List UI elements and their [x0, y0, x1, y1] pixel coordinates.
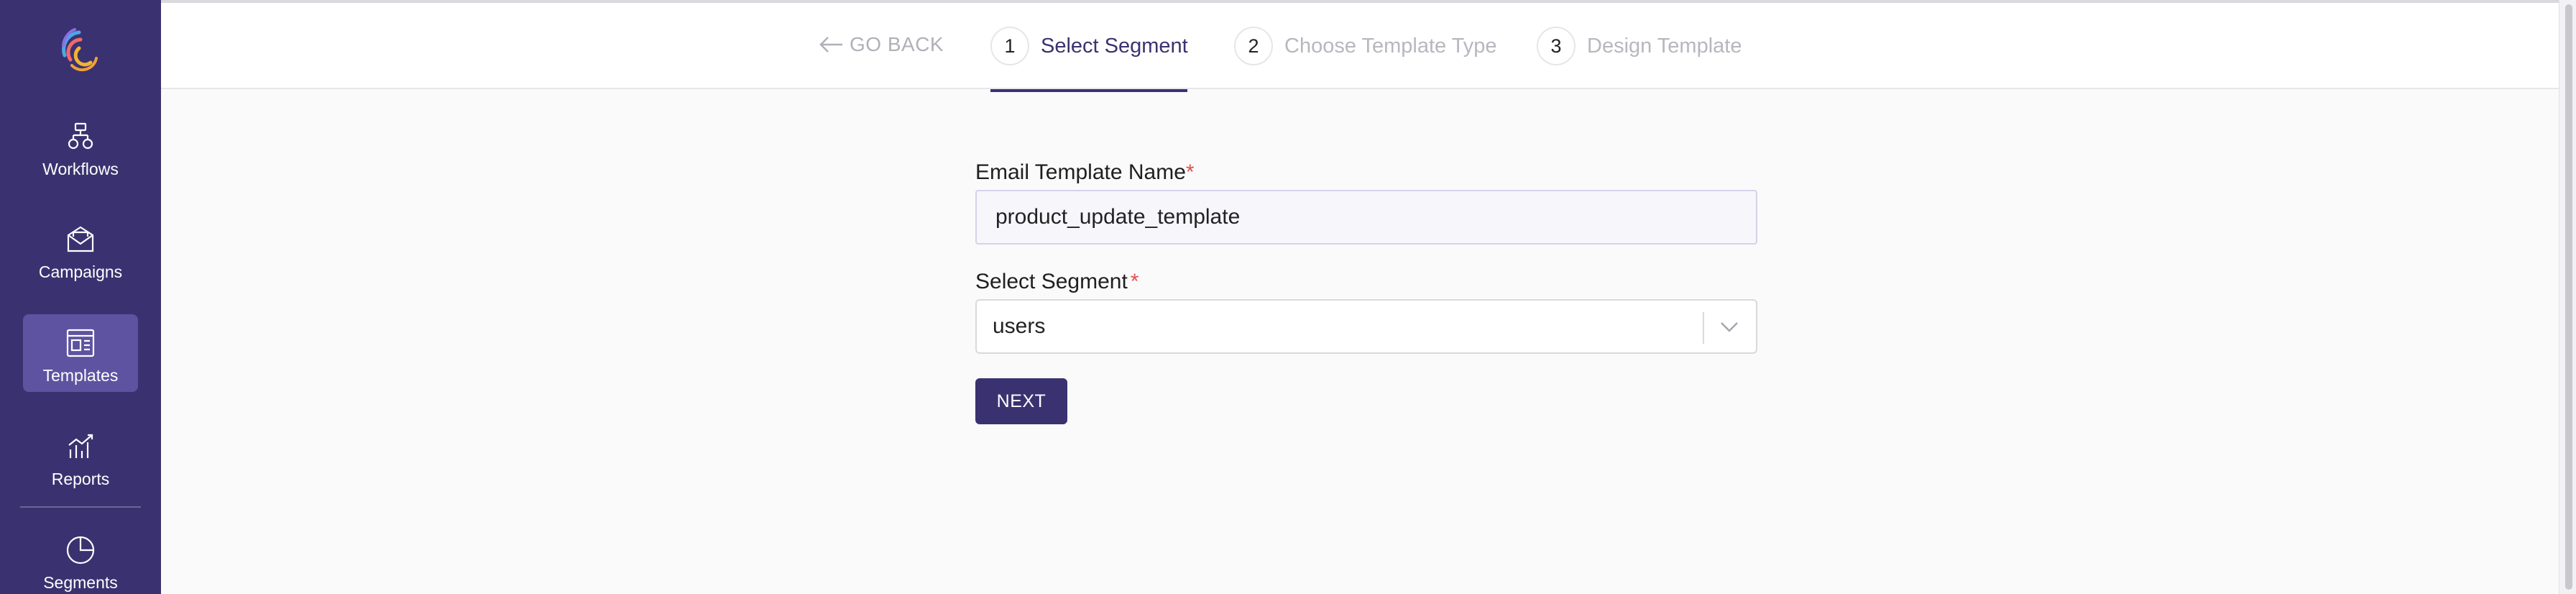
template-name-label: Email Template Name *: [975, 158, 1757, 187]
scrollbar-thumb[interactable]: [2565, 4, 2572, 590]
step-choose-template-type[interactable]: 2 Choose Template Type: [1234, 26, 1497, 66]
sidebar-divider: [20, 506, 141, 508]
step-number: 1: [990, 27, 1029, 65]
template-name-label-text: Email Template Name: [975, 160, 1186, 184]
step-label: Design Template: [1587, 34, 1742, 58]
sidebar-item-workflows[interactable]: Workflows: [23, 108, 138, 186]
sidebar-item-campaigns[interactable]: Campaigns: [23, 211, 138, 288]
chevron-down-icon[interactable]: [1719, 319, 1740, 335]
step-number: 3: [1537, 27, 1576, 65]
sidebar-item-templates[interactable]: Templates: [23, 314, 138, 392]
segment-label-text: Select Segment: [975, 270, 1128, 293]
pie-icon: [66, 536, 95, 565]
sidebar-item-segments[interactable]: Segments: [23, 521, 138, 594]
step-number: 2: [1234, 27, 1273, 65]
sidebar-item-reports[interactable]: Reports: [23, 418, 138, 495]
sidebar-item-label: Campaigns: [38, 262, 123, 281]
sidebar-item-label: Reports: [51, 470, 110, 488]
active-step-indicator: [990, 89, 1187, 92]
envelope-icon: [67, 226, 94, 252]
app: Workflows Campaigns Templates Reports Se…: [0, 0, 2576, 594]
workflow-icon: [68, 122, 93, 150]
sidebar: Workflows Campaigns Templates Reports Se…: [0, 0, 161, 594]
template-icon: [66, 329, 95, 357]
sidebar-item-label: Templates: [42, 366, 119, 385]
arrow-left-icon: [819, 37, 842, 52]
sidebar-item-label: Segments: [43, 573, 118, 592]
template-form: Email Template Name * Select Segment * u…: [975, 158, 1757, 424]
step-label: Choose Template Type: [1284, 34, 1497, 58]
step-design-template[interactable]: 3 Design Template: [1537, 26, 1742, 66]
segment-select[interactable]: users: [975, 299, 1757, 354]
step-select-segment[interactable]: 1 Select Segment: [990, 26, 1188, 66]
select-separator: [1703, 312, 1704, 344]
app-logo[interactable]: [59, 24, 102, 73]
go-back-button[interactable]: GO BACK: [818, 30, 944, 59]
wizard-header: GO BACK 1 Select Segment 2 Choose Templa…: [161, 0, 2559, 92]
chart-icon: [68, 434, 93, 458]
template-name-input[interactable]: [975, 190, 1757, 245]
sidebar-item-label: Workflows: [42, 160, 119, 178]
step-label: Select Segment: [1041, 34, 1188, 58]
segment-select-value: users: [993, 314, 1046, 338]
segment-label: Select Segment *: [975, 268, 1757, 296]
vertical-scrollbar[interactable]: [2559, 0, 2576, 594]
required-marker: *: [1130, 270, 1139, 293]
go-back-label: GO BACK: [850, 33, 944, 55]
required-marker: *: [1185, 160, 1195, 184]
next-button[interactable]: NEXT: [975, 378, 1067, 424]
